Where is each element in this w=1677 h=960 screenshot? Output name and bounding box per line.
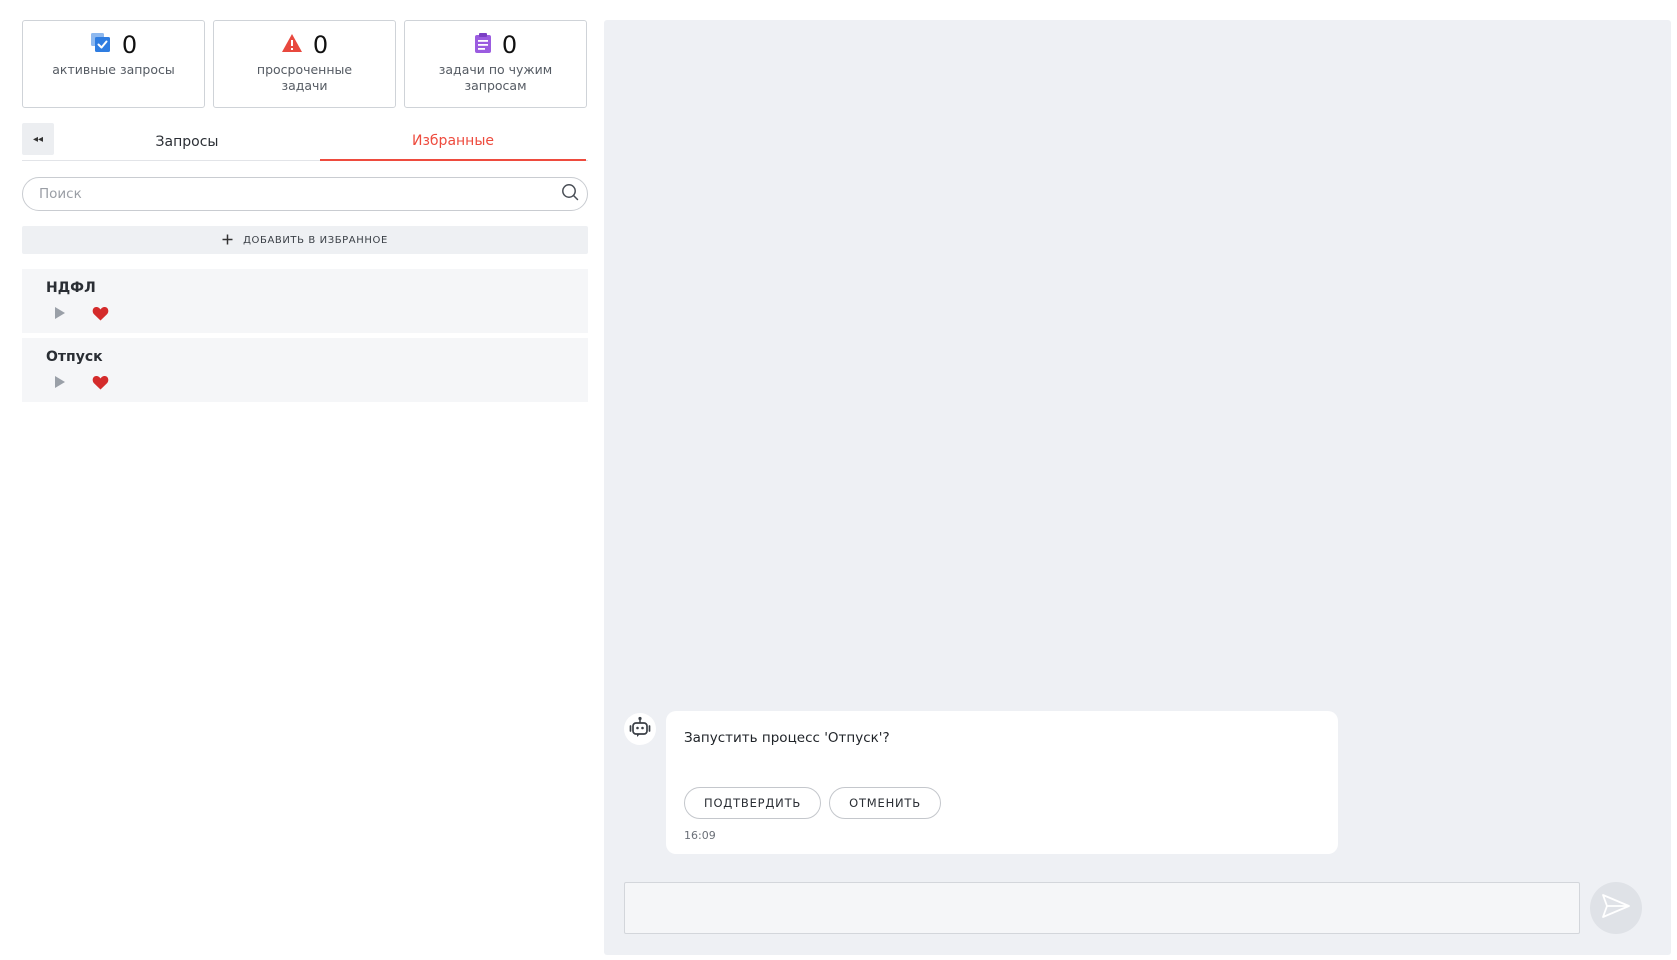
clipboard-icon [474, 32, 492, 58]
search-box [22, 177, 588, 211]
stat-count: 0 [121, 31, 138, 59]
confirm-button[interactable]: ПОДТВЕРДИТЬ [684, 787, 822, 819]
stat-count: 0 [501, 31, 518, 59]
stat-label: задачи по чужим запросам [438, 62, 553, 93]
requests-icon [90, 32, 112, 58]
collapse-panel-button[interactable]: ◂◂ [22, 123, 54, 155]
send-button[interactable] [1590, 882, 1642, 934]
search-input[interactable] [39, 186, 561, 202]
warning-icon [281, 33, 303, 57]
add-to-favorites-button[interactable]: ДОБАВИТЬ В ИЗБРАННОЕ [22, 226, 588, 254]
message-timestamp: 16:09 [684, 829, 716, 842]
stat-label: просроченные задачи [256, 62, 353, 93]
tab-requests[interactable]: Запросы [54, 123, 320, 161]
add-to-favorites-label: ДОБАВИТЬ В ИЗБРАННОЕ [243, 234, 388, 246]
bot-message: Запустить процесс 'Отпуск'? ПОДТВЕРДИТЬ … [666, 711, 1338, 854]
stat-count: 0 [312, 31, 329, 59]
app-root: 0 активные запросы 0 просроченные задачи… [0, 0, 1677, 960]
bot-avatar [624, 713, 656, 745]
favorites-list: НДФЛ Отпуск [22, 269, 588, 402]
robot-icon [629, 716, 651, 742]
message-input[interactable] [624, 882, 1580, 934]
left-panel: 0 активные запросы 0 просроченные задачи… [22, 20, 588, 407]
send-icon [1601, 893, 1631, 923]
favorite-title: Отпуск [46, 349, 103, 365]
plus-icon [222, 232, 233, 248]
favorite-item[interactable]: Отпуск [22, 338, 588, 402]
stat-overdue-tasks[interactable]: 0 просроченные задачи [213, 20, 396, 108]
stat-label: активные запросы [52, 62, 175, 77]
message-text: Запустить процесс 'Отпуск'? [684, 730, 890, 746]
play-icon[interactable] [52, 374, 68, 390]
chat-panel: Запустить процесс 'Отпуск'? ПОДТВЕРДИТЬ … [604, 20, 1671, 955]
tab-bar: ◂◂ Запросы Избранные [22, 123, 588, 161]
search-icon[interactable] [561, 183, 579, 205]
favorite-title: НДФЛ [46, 280, 96, 296]
stat-active-requests[interactable]: 0 активные запросы [22, 20, 205, 108]
heart-icon[interactable] [92, 305, 110, 321]
favorite-item[interactable]: НДФЛ [22, 269, 588, 333]
cancel-button[interactable]: ОТМЕНИТЬ [829, 787, 941, 819]
stats-row: 0 активные запросы 0 просроченные задачи… [22, 20, 588, 108]
stat-foreign-tasks[interactable]: 0 задачи по чужим запросам [404, 20, 587, 108]
double-chevron-left-icon: ◂◂ [32, 133, 44, 145]
tab-favorites[interactable]: Избранные [320, 123, 586, 161]
play-icon[interactable] [52, 305, 68, 321]
heart-icon[interactable] [92, 374, 110, 390]
